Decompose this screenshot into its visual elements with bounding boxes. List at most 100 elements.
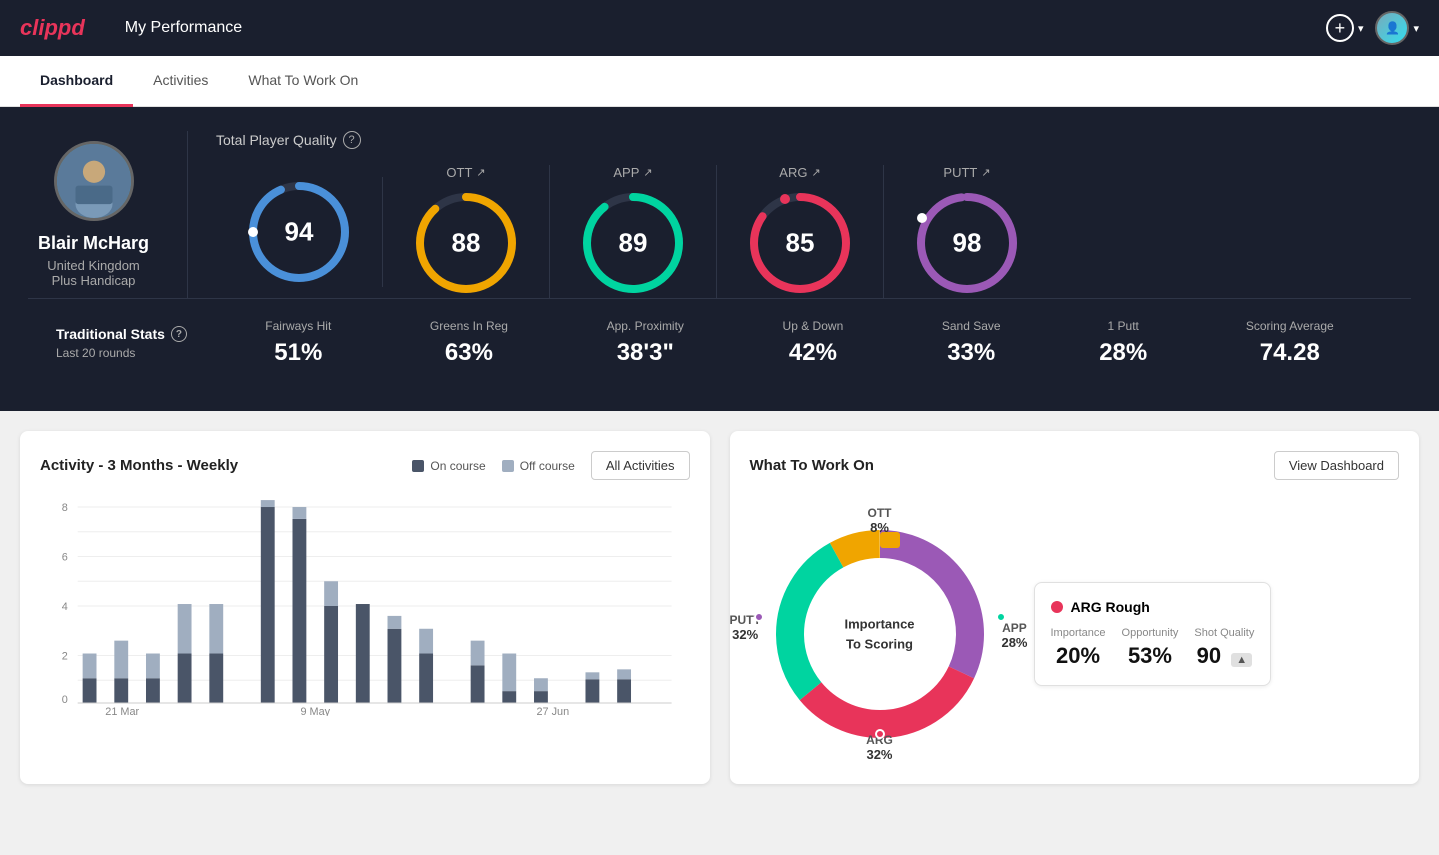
gauge-arg-score: 85 — [786, 228, 815, 259]
player-avatar — [54, 141, 134, 221]
svg-text:8: 8 — [62, 502, 68, 514]
gauge-main: 94 — [216, 177, 383, 287]
gauge-arg: ARG ↗ 85 — [717, 165, 884, 298]
gauge-arg-label: ARG ↗ — [779, 165, 820, 180]
metric-importance: Importance 20% — [1051, 627, 1106, 669]
metric-opportunity: Opportunity 53% — [1122, 627, 1179, 669]
trad-stats-period: Last 20 rounds — [56, 346, 216, 360]
svg-text:2: 2 — [62, 650, 68, 662]
player-name: Blair McHarg — [38, 233, 149, 254]
trad-stat-sandsave: Sand Save 33% — [942, 319, 1001, 367]
player-country: United Kingdom — [47, 258, 140, 273]
gauge-putt-label: PUTT ↗ — [943, 165, 990, 180]
trad-stat-fairways: Fairways Hit 51% — [265, 319, 331, 367]
add-button[interactable]: + ▾ — [1326, 14, 1364, 42]
off-course-dot — [502, 460, 514, 472]
nav-tabs: Dashboard Activities What To Work On — [0, 56, 1439, 107]
trad-stat-oneputt: 1 Putt 28% — [1099, 319, 1147, 367]
player-handicap: Plus Handicap — [52, 273, 136, 288]
gauge-ott-circle: 88 — [411, 188, 521, 298]
ott-arrow-icon: ↗ — [476, 166, 485, 179]
activity-card-header: Activity - 3 Months - Weekly On course O… — [40, 451, 690, 480]
svg-text:6: 6 — [62, 551, 68, 563]
trad-stat-proximity: App. Proximity 38'3" — [607, 319, 684, 367]
trad-stat-greens: Greens In Reg 63% — [430, 319, 508, 367]
quality-label: Total Player Quality ? — [216, 131, 1411, 149]
avatar: 👤 — [1375, 11, 1409, 45]
header: clippd My Performance + ▾ 👤 ▾ — [0, 0, 1439, 56]
gauge-app-label: APP ↗ — [613, 165, 652, 180]
quality-section: Total Player Quality ? 94 — [188, 131, 1411, 298]
info-card-title: ARG Rough — [1051, 599, 1255, 615]
tab-dashboard[interactable]: Dashboard — [20, 56, 133, 107]
legend-on-course: On course — [412, 459, 485, 473]
shot-quality-badge: ▲ — [1231, 653, 1252, 667]
arg-segment-dot — [875, 729, 885, 739]
gauge-putt-circle: 98 — [912, 188, 1022, 298]
bar-chart: 8 6 4 2 0 — [40, 496, 690, 721]
gauge-putt: PUTT ↗ 98 — [884, 165, 1050, 298]
logo: clippd — [20, 15, 85, 41]
activity-card: Activity - 3 Months - Weekly On course O… — [20, 431, 710, 784]
bottom-section: Activity - 3 Months - Weekly On course O… — [0, 411, 1439, 804]
putt-segment-dot — [754, 612, 764, 622]
trad-stat-scoring: Scoring Average 74.28 — [1246, 319, 1334, 367]
info-card-dot — [1051, 601, 1063, 613]
app-segment-dot — [996, 612, 1006, 622]
gauge-ott: OTT ↗ 88 — [383, 165, 550, 298]
putt-arrow-icon: ↗ — [981, 166, 990, 179]
gauge-arg-circle: 85 — [745, 188, 855, 298]
gauge-putt-score: 98 — [953, 228, 982, 259]
view-dashboard-button[interactable]: View Dashboard — [1274, 451, 1399, 480]
trad-stats-title: Traditional Stats ? — [56, 326, 216, 342]
legend-off-course: Off course — [502, 459, 575, 473]
what-content: ImportanceTo Scoring OTT 8% APP 28% ARG … — [750, 496, 1400, 764]
what-to-work-on-card: What To Work On View Dashboard — [730, 431, 1420, 784]
add-chevron-icon: ▾ — [1358, 22, 1364, 35]
what-card-header: What To Work On View Dashboard — [750, 451, 1400, 480]
trad-stats-label: Traditional Stats ? Last 20 rounds — [56, 326, 216, 360]
avatar-chevron-icon: ▾ — [1413, 22, 1419, 35]
arg-rough-info-card: ARG Rough Importance 20% Opportunity 53%… — [1034, 582, 1272, 686]
tab-what-to-work-on[interactable]: What To Work On — [228, 56, 378, 107]
app-arrow-icon: ↗ — [643, 166, 652, 179]
gauge-ott-label: OTT ↗ — [446, 165, 485, 180]
all-activities-button[interactable]: All Activities — [591, 451, 690, 480]
quality-help-icon[interactable]: ? — [343, 131, 361, 149]
player-info: Blair McHarg United Kingdom Plus Handica… — [28, 131, 188, 298]
trad-stats-values: Fairways Hit 51% Greens In Reg 63% App. … — [216, 319, 1383, 367]
svg-text:21 Mar: 21 Mar — [105, 706, 139, 716]
donut-center-label: ImportanceTo Scoring — [844, 615, 914, 654]
donut-label-ott: OTT 8% — [868, 506, 892, 535]
chart-legend: On course Off course — [412, 459, 575, 473]
donut-chart-container: ImportanceTo Scoring OTT 8% APP 28% ARG … — [750, 504, 1010, 764]
gauge-ott-score: 88 — [452, 228, 481, 259]
activity-chart-title: Activity - 3 Months - Weekly — [40, 457, 238, 474]
tab-activities[interactable]: Activities — [133, 56, 228, 107]
svg-text:27 Jun: 27 Jun — [536, 706, 569, 716]
metric-shot-quality: Shot Quality 90 ▲ — [1194, 627, 1254, 669]
gauge-main-circle: 94 — [244, 177, 354, 287]
on-course-dot — [412, 460, 424, 472]
ott-marker — [880, 532, 900, 548]
header-right: + ▾ 👤 ▾ — [1326, 11, 1419, 45]
gauge-app: APP ↗ 89 — [550, 165, 717, 298]
add-circle-icon: + — [1326, 14, 1354, 42]
gauge-app-circle: 89 — [578, 188, 688, 298]
trad-stats-help-icon[interactable]: ? — [171, 326, 187, 342]
user-avatar-button[interactable]: 👤 ▾ — [1375, 11, 1419, 45]
gauge-app-score: 89 — [619, 228, 648, 259]
stats-banner: Blair McHarg United Kingdom Plus Handica… — [0, 107, 1439, 411]
what-card-title: What To Work On — [750, 457, 874, 474]
gauge-main-score: 94 — [285, 216, 314, 247]
svg-text:4: 4 — [62, 601, 68, 613]
gauges-row: 94 OTT ↗ 88 — [216, 165, 1411, 298]
svg-text:9 May: 9 May — [300, 706, 330, 716]
donut-label-app: APP 28% — [1001, 621, 1027, 650]
bar-chart-svg: 8 6 4 2 0 — [48, 496, 682, 716]
svg-text:0: 0 — [62, 694, 68, 706]
trad-stat-updown: Up & Down 42% — [783, 319, 844, 367]
arg-arrow-icon: ↗ — [811, 166, 820, 179]
page-title: My Performance — [125, 19, 242, 37]
traditional-stats: Traditional Stats ? Last 20 rounds Fairw… — [28, 298, 1411, 387]
